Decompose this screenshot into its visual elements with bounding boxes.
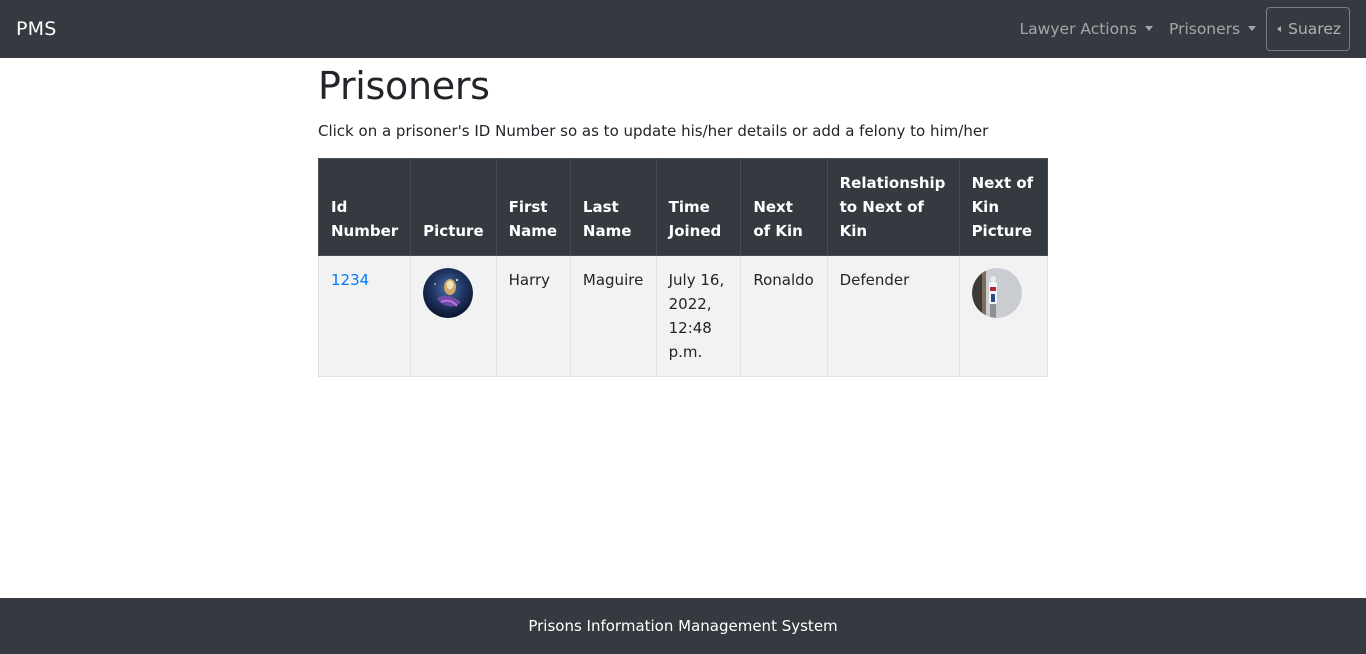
column-header: Id Number (317, 157, 412, 256)
prisoner-id-link[interactable]: 1234 (331, 271, 369, 289)
page-title: Prisoners (318, 64, 490, 108)
first-name-cell: Harry (495, 254, 571, 377)
caret-down-icon (1248, 25, 1257, 31)
main-content: Prisoners Click on a prisoner's ID Numbe… (317, 58, 1049, 377)
footer-text: Prisons Information Management System (528, 617, 838, 635)
lawyer-actions-label: Lawyer Actions (1019, 20, 1137, 38)
prisoner-avatar (423, 267, 474, 318)
next-of-kin-avatar (971, 267, 1022, 318)
column-header: Next of Kin (740, 157, 828, 256)
picture-cell (410, 254, 497, 377)
nav-right: Lawyer Actions Prisoners Suarez (1012, 0, 1350, 58)
id-cell: 1234 (317, 254, 412, 377)
brand-link[interactable]: PMS (16, 18, 57, 40)
table-header: Id Number Picture First Name Last Name T… (317, 157, 1049, 256)
column-header: First Name (495, 157, 571, 256)
column-header: Time Joined (655, 157, 742, 256)
page-subtitle: Click on a prisoner's ID Number so as to… (318, 121, 989, 140)
table-row: 1234 Harry Maguire July 16, 2022, 12:48 … (317, 254, 1049, 377)
next-of-kin-picture-cell (958, 254, 1049, 377)
column-header: Relationship to Next of Kin (826, 157, 960, 256)
top-navbar: PMS Lawyer Actions Prisoners Suarez (0, 0, 1366, 58)
column-header: Next of Kin Picture (958, 157, 1049, 256)
column-header: Last Name (569, 157, 657, 256)
prisoners-menu-label: Prisoners (1169, 20, 1241, 38)
user-dropdown-button[interactable]: Suarez (1266, 7, 1350, 51)
prisoners-dropdown[interactable]: Prisoners (1161, 20, 1264, 38)
last-name-cell: Maguire (569, 254, 657, 377)
time-joined-cell: July 16, 2022, 12:48 p.m. (655, 254, 742, 377)
prisoners-table: Id Number Picture First Name Last Name T… (317, 157, 1049, 377)
table-header-row: Id Number Picture First Name Last Name T… (317, 157, 1049, 256)
column-header: Picture (410, 157, 497, 256)
page-footer: Prisons Information Management System (0, 598, 1366, 654)
caret-left-icon (1277, 26, 1282, 32)
lawyer-actions-dropdown[interactable]: Lawyer Actions (1012, 20, 1161, 38)
relationship-cell: Defender (826, 254, 960, 377)
user-name: Suarez (1288, 20, 1341, 38)
caret-down-icon (1145, 25, 1153, 31)
next-of-kin-cell: Ronaldo (740, 254, 828, 377)
